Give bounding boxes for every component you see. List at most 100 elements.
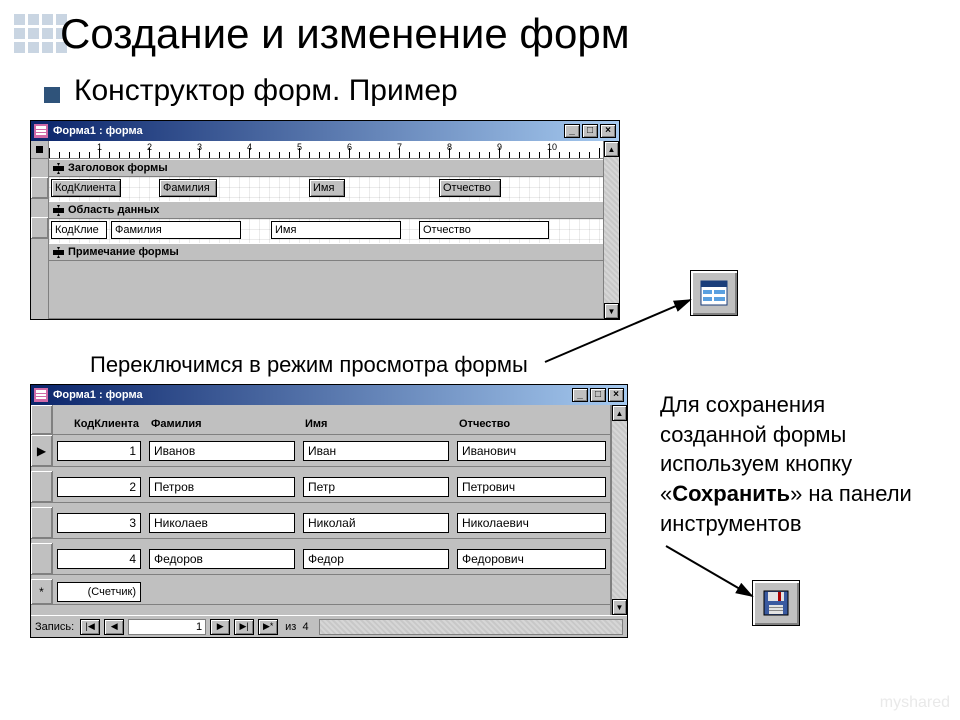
form-data-window: Форма1 : форма _ □ × КодКлиента Фамилия …: [30, 384, 628, 638]
ruler-mark: 6: [347, 142, 352, 152]
label-otch[interactable]: Отчество: [439, 179, 501, 197]
recnav-label: Запись:: [35, 621, 76, 633]
ruler-mark: 5: [297, 142, 302, 152]
row-selector-current[interactable]: ▶: [31, 435, 53, 466]
prev-record-button[interactable]: ◀: [104, 619, 124, 635]
minimize-button[interactable]: _: [564, 124, 580, 138]
section-bar-footer[interactable]: Примечание формы: [49, 243, 603, 261]
table-row-new: * (Счетчик): [31, 579, 610, 605]
next-record-button[interactable]: ▶: [210, 619, 230, 635]
col-header-name[interactable]: Имя: [299, 405, 453, 434]
section-icon: [53, 163, 64, 174]
ruler-mark: 7: [397, 142, 402, 152]
row-selector[interactable]: [31, 471, 53, 502]
ruler-mark: 1: [97, 142, 102, 152]
row-selector[interactable]: [31, 543, 53, 574]
maximize-button[interactable]: □: [582, 124, 598, 138]
design-titlebar[interactable]: Форма1 : форма _ □ ×: [31, 121, 619, 141]
cell-name[interactable]: Николай: [303, 513, 449, 533]
recnav-total-value: 4: [302, 621, 308, 633]
corner-cell[interactable]: [31, 405, 53, 434]
section-header-label: Заголовок формы: [68, 162, 168, 174]
field-fam[interactable]: Фамилия: [111, 221, 241, 239]
cell-otch[interactable]: Николаевич: [457, 513, 606, 533]
maximize-button[interactable]: □: [590, 388, 606, 402]
cell-fam[interactable]: Николаев: [149, 513, 295, 533]
cell-fam[interactable]: Петров: [149, 477, 295, 497]
caption-save-bold: Сохранить: [672, 481, 790, 506]
scroll-up-button[interactable]: ▲: [604, 141, 619, 157]
table-row: 2 Петров Петр Петрович: [31, 471, 610, 503]
new-record-button[interactable]: ▶*: [258, 619, 278, 635]
row-selector[interactable]: [31, 507, 53, 538]
first-record-button[interactable]: |◀: [80, 619, 100, 635]
col-header-code[interactable]: КодКлиента: [53, 405, 145, 434]
detail-canvas[interactable]: КодКлие Фамилия Имя Отчество: [49, 219, 603, 243]
design-gutter: [31, 141, 49, 319]
hscrollbar[interactable]: [319, 619, 623, 635]
close-button[interactable]: ×: [600, 124, 616, 138]
cell-code[interactable]: 1: [57, 441, 141, 461]
scroll-down-button[interactable]: ▼: [612, 599, 627, 615]
grid-header-row: КодКлиента Фамилия Имя Отчество: [31, 405, 610, 435]
section-icon: [53, 247, 64, 258]
label-code[interactable]: КодКлиента: [51, 179, 121, 197]
header-row-selector[interactable]: [31, 177, 48, 199]
save-button[interactable]: [752, 580, 800, 626]
cell-otch[interactable]: Федорович: [457, 549, 606, 569]
ruler-mark: 3: [197, 142, 202, 152]
cell-name[interactable]: Петр: [303, 477, 449, 497]
section-footer-label: Примечание формы: [68, 246, 179, 258]
header-canvas[interactable]: КодКлиента Фамилия Имя Отчество: [49, 177, 603, 201]
field-code[interactable]: КодКлие: [51, 221, 107, 239]
form-icon: [34, 124, 48, 138]
ruler-mark: 8: [447, 142, 452, 152]
field-otch[interactable]: Отчество: [419, 221, 549, 239]
label-fam[interactable]: Фамилия: [159, 179, 217, 197]
section-bar-detail[interactable]: Область данных: [49, 201, 603, 219]
data-title-text: Форма1 : форма: [53, 389, 143, 401]
form-view-button[interactable]: [690, 270, 738, 316]
cell-code-new[interactable]: (Счетчик): [57, 582, 141, 602]
ruler-mark: 10: [547, 142, 557, 152]
label-name[interactable]: Имя: [309, 179, 345, 197]
cell-name[interactable]: Иван: [303, 441, 449, 461]
detail-row-selector[interactable]: [31, 217, 48, 239]
cell-fam[interactable]: Иванов: [149, 441, 295, 461]
cell-otch[interactable]: Иванович: [457, 441, 606, 461]
row-selector-new[interactable]: *: [31, 579, 53, 604]
current-record-input[interactable]: [128, 619, 206, 635]
scroll-down-button[interactable]: ▼: [604, 303, 619, 319]
minimize-button[interactable]: _: [572, 388, 588, 402]
table-row: 3 Николаев Николай Николаевич: [31, 507, 610, 539]
field-name[interactable]: Имя: [271, 221, 401, 239]
recnav-total: из 4: [282, 621, 308, 633]
design-title-text: Форма1 : форма: [53, 125, 143, 137]
table-row: 4 Федоров Федор Федорович: [31, 543, 610, 575]
last-record-button[interactable]: ▶|: [234, 619, 254, 635]
cell-code[interactable]: 2: [57, 477, 141, 497]
select-all-box[interactable]: [31, 141, 48, 159]
cell-fam[interactable]: Федоров: [149, 549, 295, 569]
scroll-up-button[interactable]: ▲: [612, 405, 627, 421]
cell-code[interactable]: 3: [57, 513, 141, 533]
form-icon: [34, 388, 48, 402]
form-design-window: Форма1 : форма _ □ × 1 2 3 4 5 6: [30, 120, 620, 320]
close-button[interactable]: ×: [608, 388, 624, 402]
col-header-fam[interactable]: Фамилия: [145, 405, 299, 434]
ruler-mark: 4: [247, 142, 252, 152]
section-icon: [53, 205, 64, 216]
data-vscroll[interactable]: ▲ ▼: [611, 405, 627, 615]
design-vscroll[interactable]: ▲ ▼: [603, 141, 619, 319]
cell-otch[interactable]: Петрович: [457, 477, 606, 497]
cell-name[interactable]: Федор: [303, 549, 449, 569]
horizontal-ruler[interactable]: 1 2 3 4 5 6 7 8 9 10: [49, 141, 603, 159]
caption-save: Для сохранения созданной формы используе…: [660, 390, 930, 538]
ruler-mark: 2: [147, 142, 152, 152]
caption-switch-mode: Переключимся в режим просмотра формы: [90, 352, 528, 378]
cell-code[interactable]: 4: [57, 549, 141, 569]
data-titlebar[interactable]: Форма1 : форма _ □ ×: [31, 385, 627, 405]
col-header-otch[interactable]: Отчество: [453, 405, 610, 434]
section-bar-header[interactable]: Заголовок формы: [49, 159, 603, 177]
slide-subtitle: Конструктор форм. Пример: [74, 74, 458, 108]
